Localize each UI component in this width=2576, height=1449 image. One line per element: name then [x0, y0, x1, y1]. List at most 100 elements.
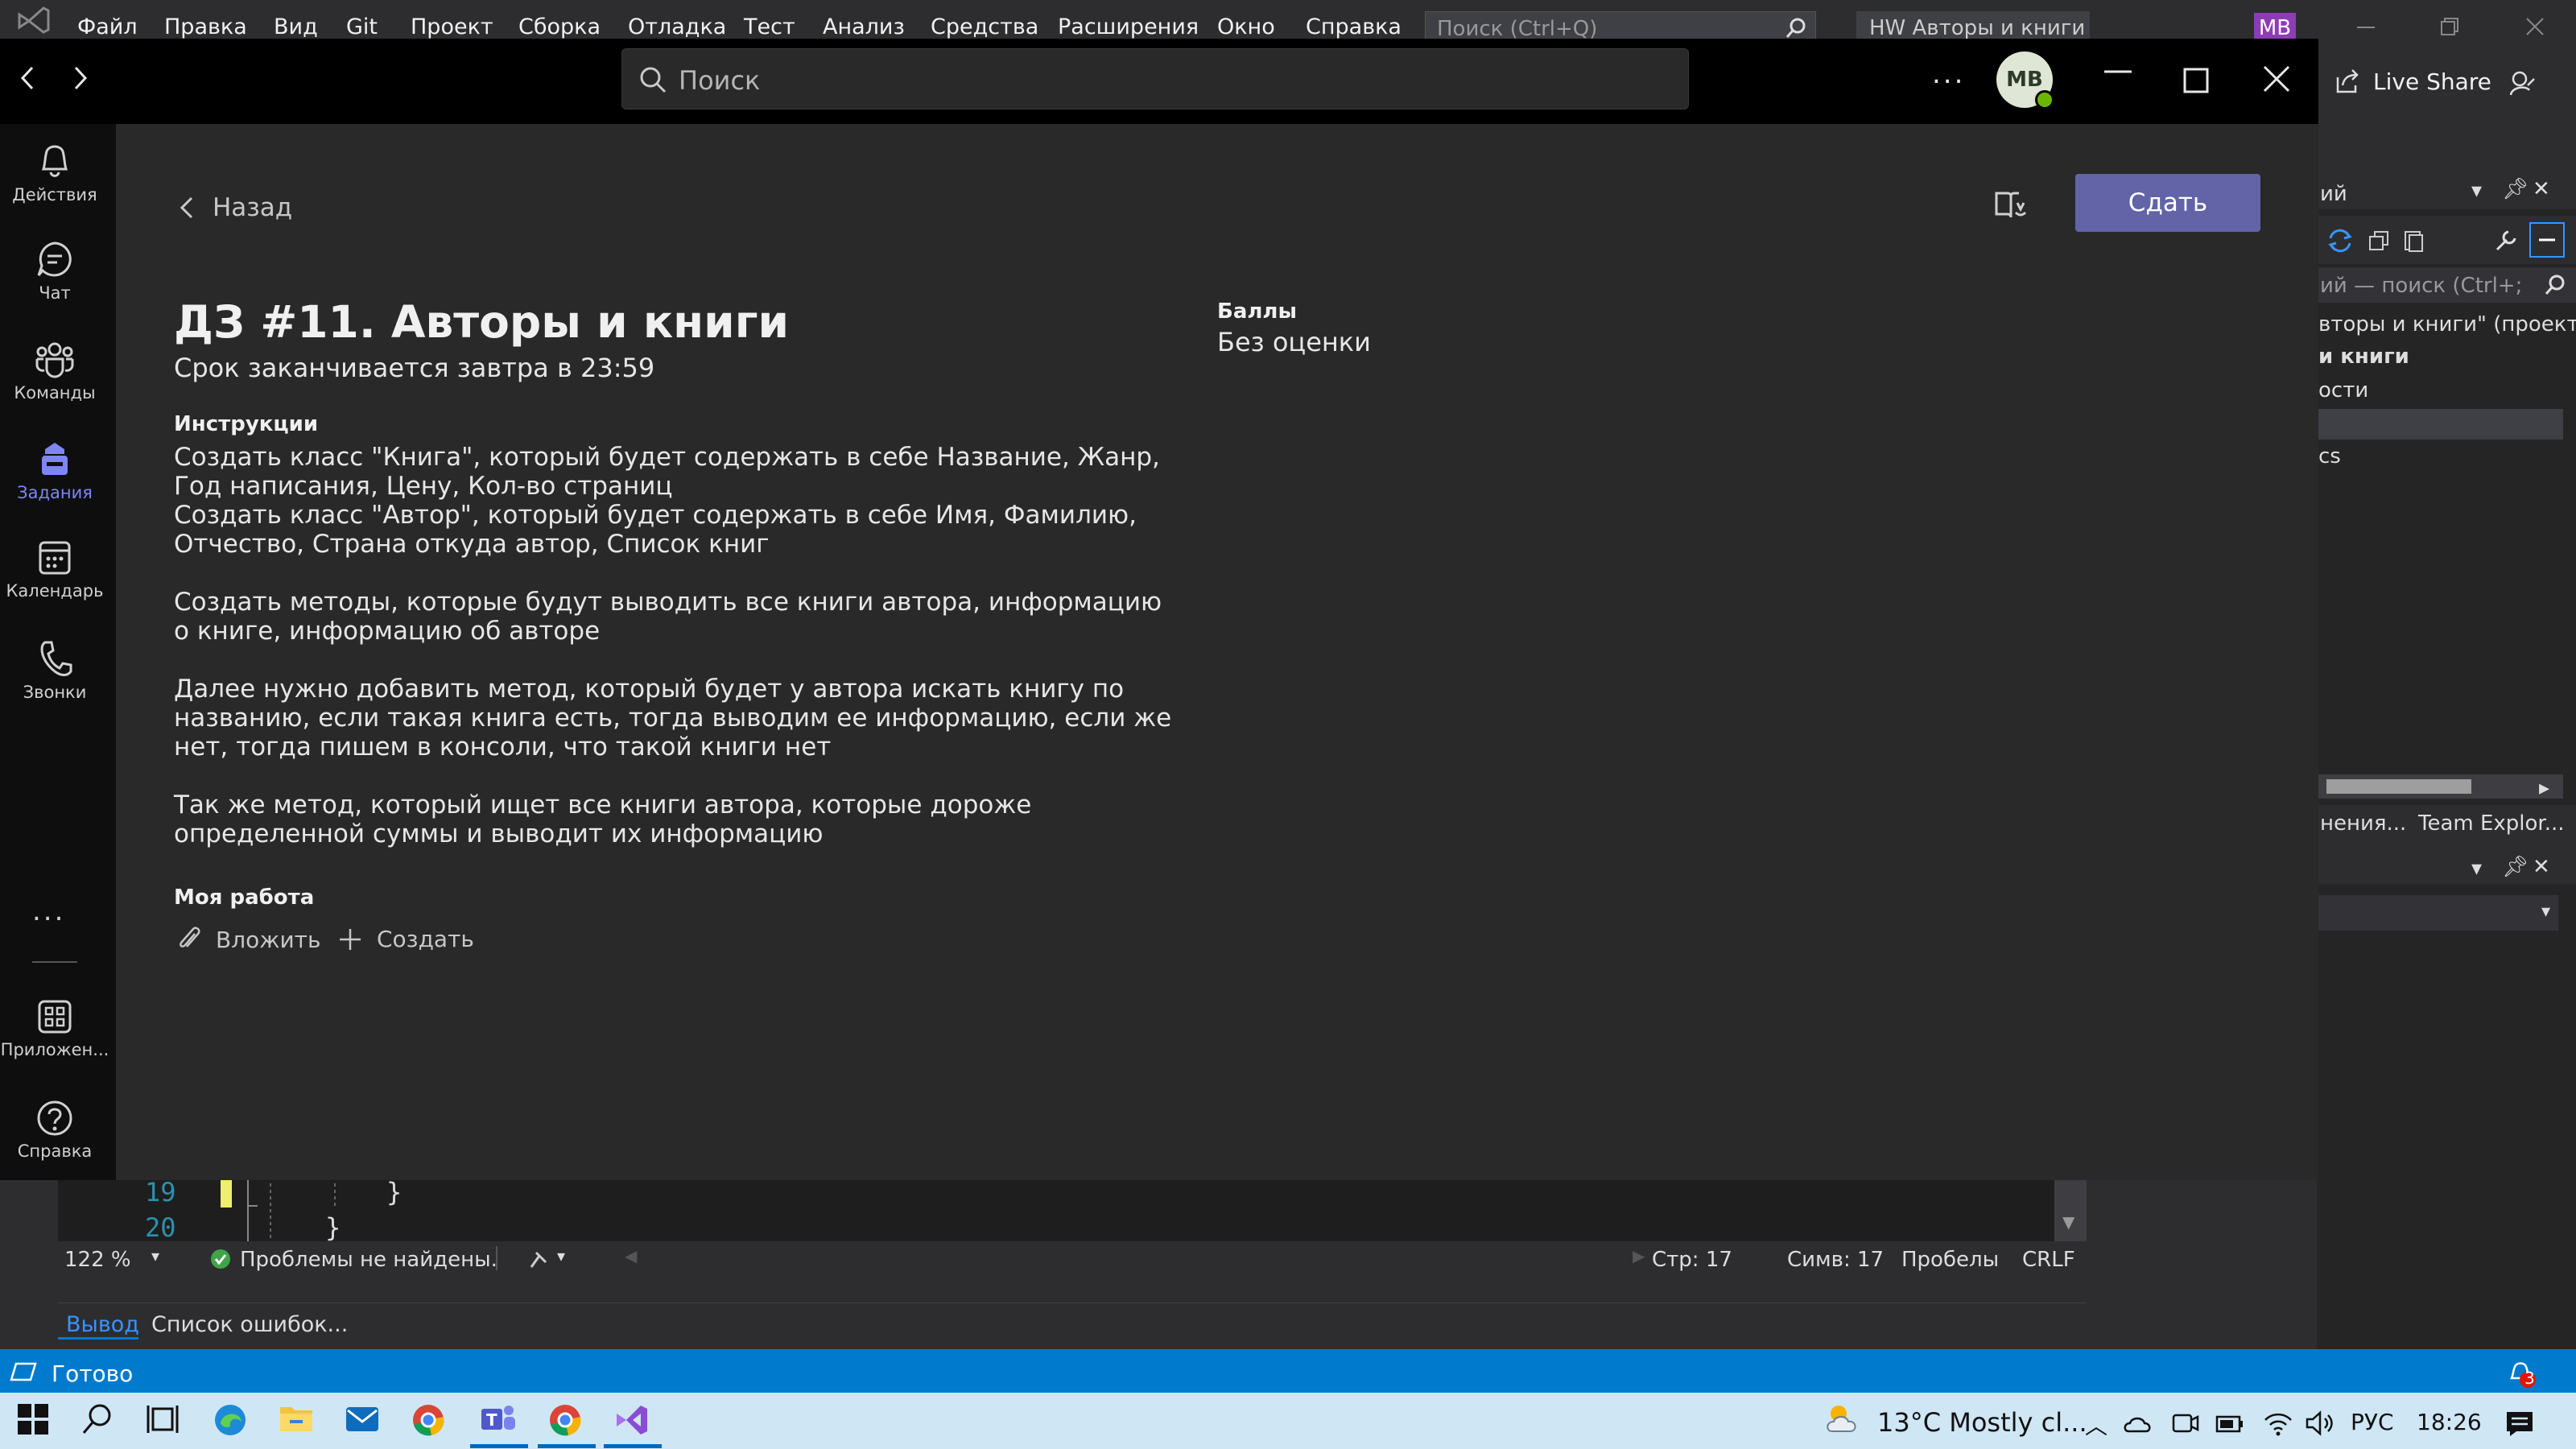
close-icon[interactable] [2262, 64, 2291, 93]
volume-icon[interactable] [2304, 1409, 2336, 1438]
vs-menu-view[interactable]: Вид [274, 14, 318, 39]
panel-pin-icon[interactable]: 📌︎ [2502, 855, 2529, 879]
edge-browser-icon[interactable] [213, 1402, 248, 1438]
tab-error-list[interactable]: Список ошибок... [151, 1312, 348, 1337]
vs-menu-git[interactable]: Git [346, 14, 378, 39]
code-editor[interactable] [58, 1177, 2087, 1241]
rail-item-apps[interactable]: Приложен... [0, 998, 109, 1059]
battery-icon[interactable] [2214, 1409, 2246, 1438]
properties-object-select[interactable]: ▾ [2317, 895, 2558, 931]
cursor-line[interactable]: Стр: 17 [1652, 1248, 1732, 1272]
taskbar-search-icon[interactable] [80, 1402, 114, 1436]
rail-item-chat[interactable]: Чат [0, 240, 109, 303]
create-button[interactable]: Создать [338, 926, 474, 952]
wifi-icon[interactable] [2262, 1409, 2294, 1438]
panel-close-icon[interactable]: ✕ [2533, 855, 2550, 879]
solution-tree-item[interactable]: вторы и книги" (проекть [2318, 312, 2576, 336]
scroll-down-icon[interactable]: ▼ [2062, 1212, 2074, 1232]
immersive-reader-icon[interactable] [1993, 187, 2029, 222]
panel-dropdown-icon[interactable]: ▾ [2471, 857, 2482, 881]
weather-icon[interactable] [1821, 1399, 1869, 1439]
solution-tree-item[interactable]: ости [2318, 378, 2368, 402]
visual-studio-icon[interactable] [613, 1402, 649, 1438]
code-line[interactable]: } [325, 1212, 341, 1243]
live-share-button[interactable]: Live Share [2334, 68, 2491, 95]
vs-menu-analyze[interactable]: Анализ [823, 14, 905, 39]
back-nav-icon[interactable] [16, 64, 40, 92]
chrome-profile-icon[interactable] [547, 1402, 583, 1438]
vs-menu-tools[interactable]: Средства [931, 14, 1038, 39]
tab-output[interactable]: Вывод [58, 1306, 139, 1340]
rail-more-apps-button[interactable]: ... [32, 895, 65, 927]
scroll-right-icon[interactable]: ▶ [1633, 1246, 1645, 1265]
zoom-level-select[interactable]: 122 % [64, 1248, 131, 1272]
properties-wrench-icon[interactable] [2494, 229, 2518, 253]
rail-item-calls[interactable]: Звонки [0, 639, 109, 702]
clock[interactable]: 18:26 [2417, 1409, 2482, 1435]
forward-nav-icon[interactable] [68, 64, 92, 92]
weather-widget[interactable]: 13°C Mostly cl... [1877, 1407, 2087, 1438]
notifications-bell-icon[interactable]: 3 [2505, 1357, 2537, 1389]
sync-icon[interactable] [2326, 227, 2354, 254]
onedrive-sync-icon[interactable] [2122, 1409, 2154, 1438]
feedback-icon[interactable] [2508, 69, 2537, 98]
solution-explorer-search[interactable]: ий — поиск (Ctrl+; [2317, 267, 2576, 303]
scrollbar-thumb[interactable] [2326, 779, 2471, 794]
line-endings[interactable]: CRLF [2022, 1248, 2075, 1272]
cursor-column[interactable]: Симв: 17 [1787, 1248, 1884, 1272]
rail-item-teams[interactable]: Команды [0, 340, 109, 402]
rail-item-assignments[interactable]: Задания [0, 440, 109, 502]
chevron-down-icon[interactable]: ▾ [151, 1246, 159, 1265]
solution-tree-item[interactable]: cs [2318, 444, 2341, 469]
minimize-icon[interactable] [2104, 69, 2132, 74]
vs-close-icon[interactable] [2524, 16, 2545, 37]
vs-menu-project[interactable]: Проект [411, 14, 493, 39]
show-all-files-icon[interactable] [2402, 229, 2426, 253]
action-center-icon[interactable] [2504, 1409, 2536, 1439]
tray-overflow-chevron-icon[interactable]: ︿ [2085, 1409, 2107, 1441]
tab-team-explorer[interactable]: Team Explor... [2418, 811, 2565, 836]
panel-pin-icon[interactable]: 📌︎ [2502, 177, 2529, 201]
mail-icon[interactable] [345, 1402, 380, 1435]
vs-menu-test[interactable]: Тест [744, 14, 795, 39]
teams-app-icon[interactable]: T [480, 1402, 517, 1436]
tab-solution-explorer[interactable]: нения... [2320, 811, 2406, 836]
vs-menu-file[interactable]: Файл [77, 14, 138, 39]
vs-menu-window[interactable]: Окно [1217, 14, 1275, 39]
attach-button[interactable]: Вложить [177, 926, 320, 953]
panel-dropdown-icon[interactable]: ▾ [2471, 179, 2482, 203]
indent-mode[interactable]: Пробелы [1901, 1248, 1999, 1272]
panel-close-icon[interactable]: ✕ [2533, 177, 2550, 201]
submit-button[interactable]: Сдать [2075, 174, 2260, 232]
more-options-button[interactable]: ... [1932, 58, 1965, 90]
scroll-right-icon[interactable]: ▸ [2539, 776, 2549, 800]
windows-start-icon[interactable] [16, 1402, 50, 1436]
solution-tree-item[interactable]: и книги [2318, 345, 2409, 369]
maximize-icon[interactable] [2183, 68, 2209, 93]
preview-toggle-button[interactable] [2529, 222, 2565, 258]
task-view-icon[interactable] [145, 1402, 180, 1436]
vs-menu-build[interactable]: Сборка [518, 14, 601, 39]
chrome-icon[interactable] [411, 1402, 446, 1438]
scroll-left-icon[interactable]: ◀ [625, 1246, 637, 1265]
vs-restore-icon[interactable] [2439, 16, 2460, 37]
chevron-down-icon[interactable]: ▾ [557, 1246, 565, 1265]
vs-menu-edit[interactable]: Правка [164, 14, 247, 39]
vs-minimize-icon[interactable] [2355, 16, 2376, 37]
meet-now-icon[interactable] [2170, 1409, 2199, 1438]
solution-tree-selected-row[interactable] [2317, 409, 2563, 440]
code-cleanup-icon[interactable] [526, 1248, 551, 1270]
rail-item-activity[interactable]: Действия [0, 140, 109, 204]
vs-menu-debug[interactable]: Отладка [628, 14, 726, 39]
input-language[interactable]: РУС [2351, 1409, 2394, 1435]
rail-item-calendar[interactable]: Календарь [0, 539, 109, 601]
collapse-all-icon[interactable] [2367, 229, 2391, 253]
rail-item-help[interactable]: Справка [0, 1100, 109, 1161]
back-button[interactable]: Назад [179, 193, 292, 222]
file-explorer-icon[interactable] [279, 1402, 314, 1435]
teams-search-input[interactable]: Поиск [621, 48, 1689, 109]
code-line[interactable]: } [386, 1177, 402, 1208]
vs-menu-help[interactable]: Справка [1306, 14, 1402, 39]
editor-scrollbar[interactable]: ▼ [2054, 1177, 2087, 1241]
vs-menu-extensions[interactable]: Расширения [1058, 14, 1199, 39]
